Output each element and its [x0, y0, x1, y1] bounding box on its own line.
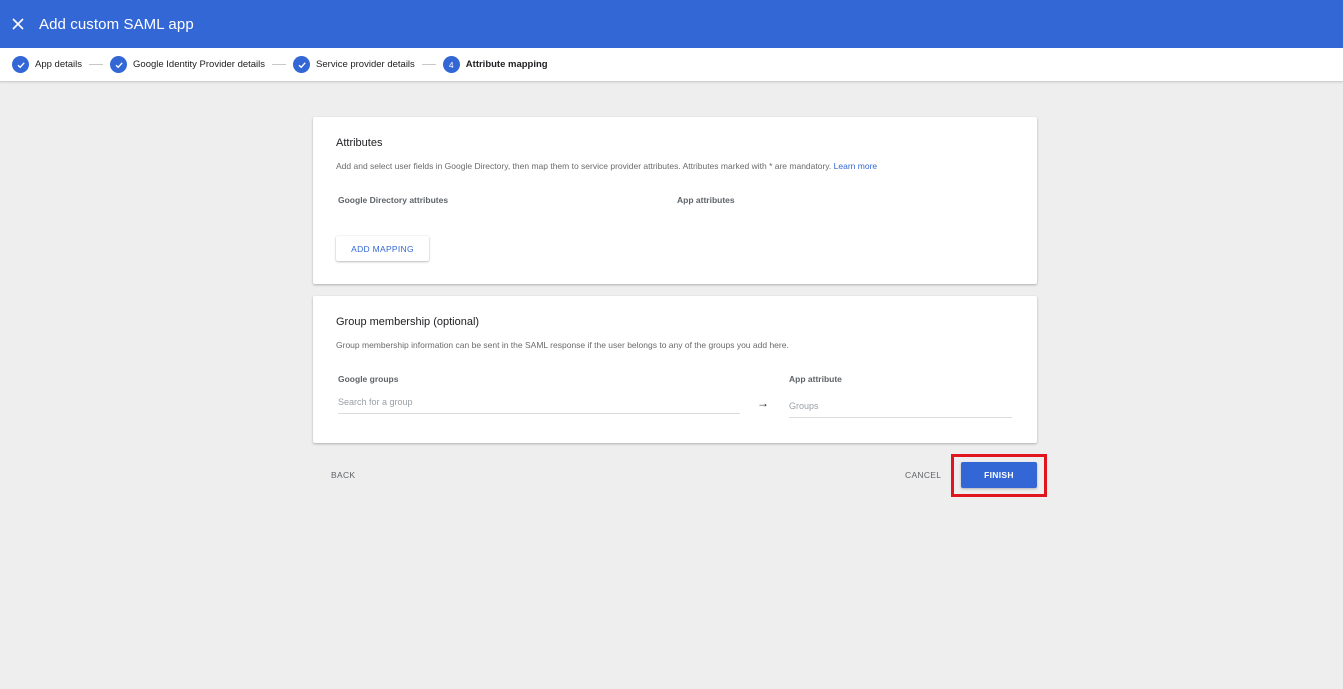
group-membership-description: Group membership information can be sent…	[336, 340, 789, 350]
app-attribute-header: App attribute	[789, 374, 842, 384]
step-app-details[interactable]: App details	[12, 56, 82, 73]
step-sp-details[interactable]: Service provider details	[293, 56, 415, 73]
app-attribute-field[interactable]	[789, 396, 1012, 418]
close-icon	[12, 18, 24, 30]
app-attribute-input[interactable]	[789, 401, 1012, 411]
finish-button[interactable]: FINISH	[961, 462, 1037, 488]
directory-attributes-header: Google Directory attributes	[338, 195, 449, 205]
learn-more-link[interactable]: Learn more	[834, 161, 877, 171]
highlight-box: FINISH	[951, 454, 1047, 497]
step-label: App details	[35, 59, 83, 70]
check-icon	[293, 56, 311, 73]
step-attribute-mapping[interactable]: 4 Attribute mapping	[442, 56, 548, 73]
cancel-button[interactable]: CANCEL	[905, 470, 941, 480]
group-membership-card: Group membership (optional) Group member…	[313, 296, 1037, 443]
step-label: Google Identity Provider details	[133, 59, 266, 70]
check-icon	[12, 56, 29, 73]
attributes-card: Attributes Add and select user fields in…	[313, 117, 1037, 284]
group-search-input[interactable]	[338, 397, 740, 407]
group-membership-title: Group membership (optional)	[336, 316, 480, 328]
stepper: App details Google Identity Provider det…	[0, 48, 1343, 82]
group-search-field[interactable]	[338, 392, 740, 414]
step-divider	[272, 64, 287, 65]
google-groups-header: Google groups	[338, 374, 399, 384]
app-attributes-header: App attributes	[677, 195, 735, 205]
step-divider	[421, 64, 436, 65]
attributes-description: Add and select user fields in Google Dir…	[336, 161, 877, 171]
add-mapping-button[interactable]: ADD MAPPING	[336, 236, 429, 261]
close-button[interactable]	[0, 0, 38, 48]
attributes-title: Attributes	[336, 137, 383, 149]
step-label: Service provider details	[316, 59, 415, 70]
page-title: Add custom SAML app	[39, 15, 194, 33]
check-icon	[110, 56, 128, 73]
step-number: 4	[442, 56, 460, 73]
attributes-description-text: Add and select user fields in Google Dir…	[336, 161, 832, 171]
back-button[interactable]: BACK	[331, 470, 355, 480]
app-header: Add custom SAML app	[0, 0, 1343, 48]
step-divider	[89, 64, 104, 65]
arrow-right-icon: →	[757, 396, 769, 410]
step-label: Attribute mapping	[465, 59, 548, 70]
step-idp-details[interactable]: Google Identity Provider details	[110, 56, 265, 73]
